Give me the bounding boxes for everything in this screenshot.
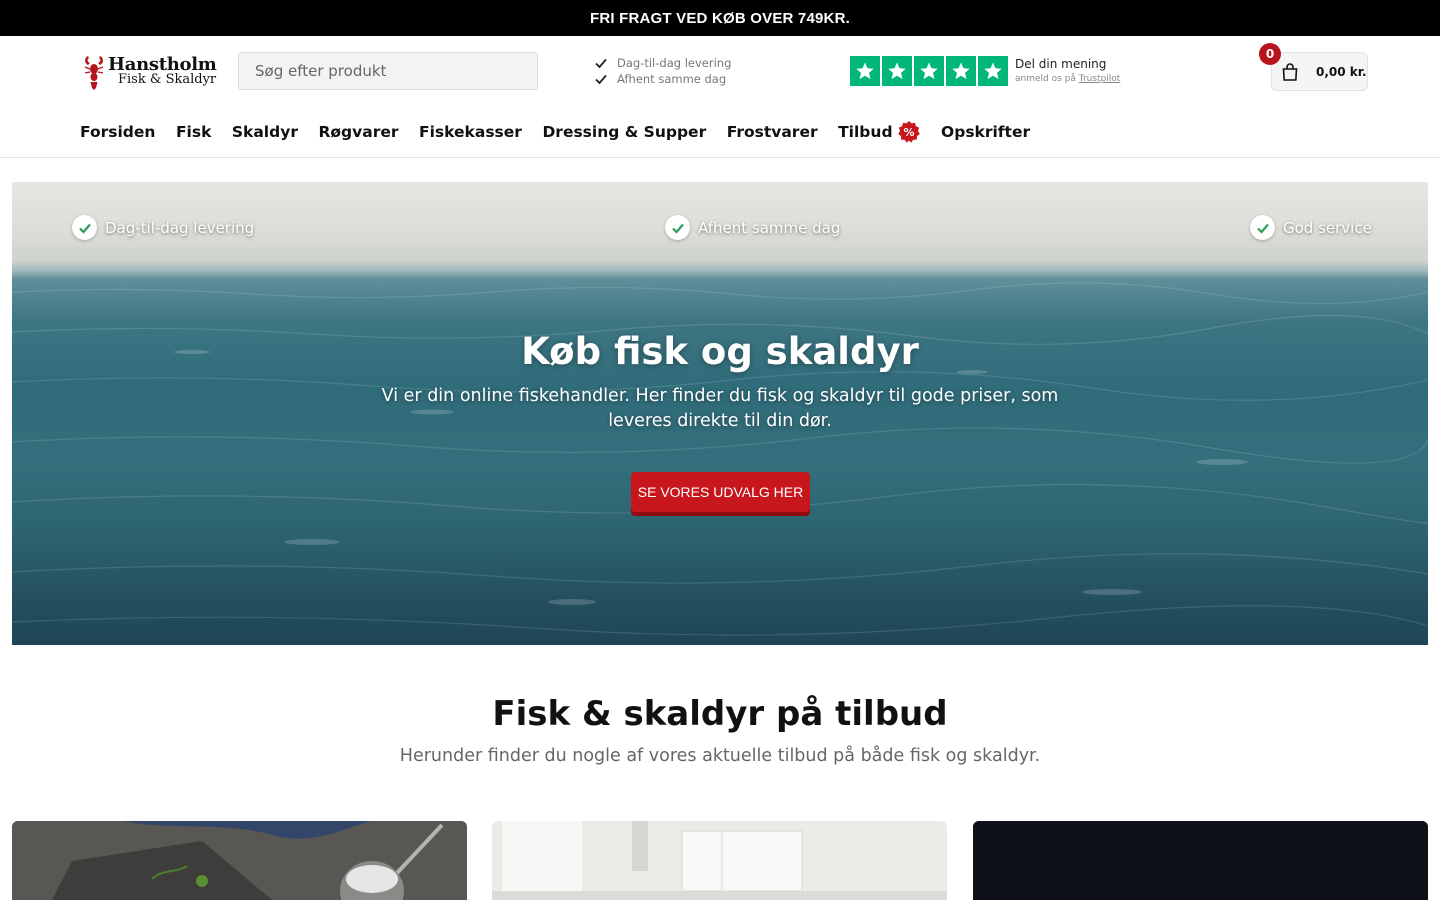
offers-heading: Fisk & skaldyr på tilbud: [492, 694, 948, 734]
header-usp-item: Dag-til-dag levering: [594, 55, 731, 71]
offer-card[interactable]: [12, 821, 467, 900]
header-usp-list: Dag-til-dag levering Afhent samme dag: [594, 55, 731, 87]
offer-card[interactable]: [973, 821, 1428, 900]
product-image: [973, 821, 1428, 900]
star-icon: [914, 56, 944, 86]
logo-line-1: Hanstholm: [108, 54, 217, 75]
search-input[interactable]: [238, 52, 538, 90]
trustpilot-link[interactable]: Trustpilot: [1079, 74, 1121, 84]
trustpilot-title: Del din mening: [1015, 57, 1107, 71]
offers-subheading: Herunder finder du nogle af vores aktuel…: [399, 746, 1041, 766]
offer-card[interactable]: [492, 821, 947, 900]
header-usp-label: Dag-til-dag levering: [617, 56, 732, 70]
star-icon: [946, 56, 976, 86]
star-icon: [978, 56, 1008, 86]
hero-title: Køb fisk og skaldyr: [521, 330, 919, 373]
header-usp-label: Afhent samme dag: [617, 72, 727, 86]
product-image: [492, 821, 947, 900]
nav-item-skaldyr[interactable]: Skaldyr: [232, 123, 298, 141]
nav-item-tilbud[interactable]: Tilbud %: [838, 120, 920, 144]
hero-usp-item: Dag-til-dag levering: [72, 215, 254, 240]
cart-total: 0,00 kr.: [1316, 64, 1367, 79]
nav-item-rogvarer[interactable]: Røgvarer: [318, 123, 398, 141]
nav-divider: [0, 157, 1440, 158]
nav-item-tilbud-label: Tilbud: [838, 123, 893, 141]
check-circle-icon: [665, 215, 690, 240]
trustpilot-sub: anmeld os på Trustpilot: [1015, 72, 1120, 86]
free-shipping-text: FRI FRAGT VED KØB OVER 749KR.: [589, 9, 850, 27]
hero-usp-item: Afhent samme dag: [665, 215, 840, 240]
cart-count-badge: 0: [1259, 43, 1281, 65]
nav-item-fisk[interactable]: Fisk: [176, 123, 211, 141]
site-logo[interactable]: Hanstholm Fisk & Skaldyr: [82, 52, 222, 92]
star-icon: [850, 56, 880, 86]
hero-description: Vi er din online fiskehandler. Her finde…: [381, 386, 1059, 431]
nav-item-opskrifter[interactable]: Opskrifter: [941, 123, 1030, 141]
product-image: [12, 821, 467, 900]
check-circle-icon: [72, 215, 97, 240]
site-header: Hanstholm Fisk & Skaldyr Dag-til-dag lev…: [0, 36, 1440, 106]
star-icon: [882, 56, 912, 86]
trustpilot-sub-prefix: anmeld os på: [1015, 74, 1076, 84]
trustpilot-text: Del din mening anmeld os på Trustpilot: [1015, 56, 1120, 86]
nav-item-dressing-supper[interactable]: Dressing & Supper: [542, 123, 706, 141]
logo-line-2: Fisk & Skaldyr: [118, 72, 217, 87]
logo-text: Hanstholm Fisk & Skaldyr: [108, 54, 217, 88]
header-usp-item: Afhent samme dag: [594, 71, 731, 87]
shopping-bag-icon: [1282, 62, 1298, 81]
svg-text:%: %: [903, 126, 914, 139]
nav-item-fiskekasser[interactable]: Fiskekasser: [419, 123, 522, 141]
hero-banner: Dag-til-dag levering Afhent samme dag Go…: [12, 182, 1428, 645]
main-nav: Forsiden Fisk Skaldyr Røgvarer Fiskekass…: [80, 118, 1051, 146]
hero-usp-item: God service: [1250, 215, 1372, 240]
check-icon: [595, 74, 607, 85]
nav-item-frostvarer[interactable]: Frostvarer: [727, 123, 818, 141]
nav-item-forsiden[interactable]: Forsiden: [80, 123, 155, 141]
free-shipping-banner: FRI FRAGT VED KØB OVER 749KR.: [0, 0, 1440, 36]
check-icon: [595, 58, 607, 69]
shop-now-button[interactable]: SE VORES UDVALG HER: [631, 472, 810, 512]
discount-badge-icon: %: [897, 121, 920, 143]
hero-usp-label: Dag-til-dag levering: [105, 218, 255, 237]
check-circle-icon: [1250, 215, 1275, 240]
hero-usp-label: God service: [1283, 218, 1372, 237]
trustpilot-stars[interactable]: [850, 56, 1008, 86]
lobster-icon: [84, 56, 104, 90]
hero-usp-label: Afhent samme dag: [698, 218, 841, 237]
cart-button[interactable]: 0,00 kr.: [1271, 52, 1368, 91]
